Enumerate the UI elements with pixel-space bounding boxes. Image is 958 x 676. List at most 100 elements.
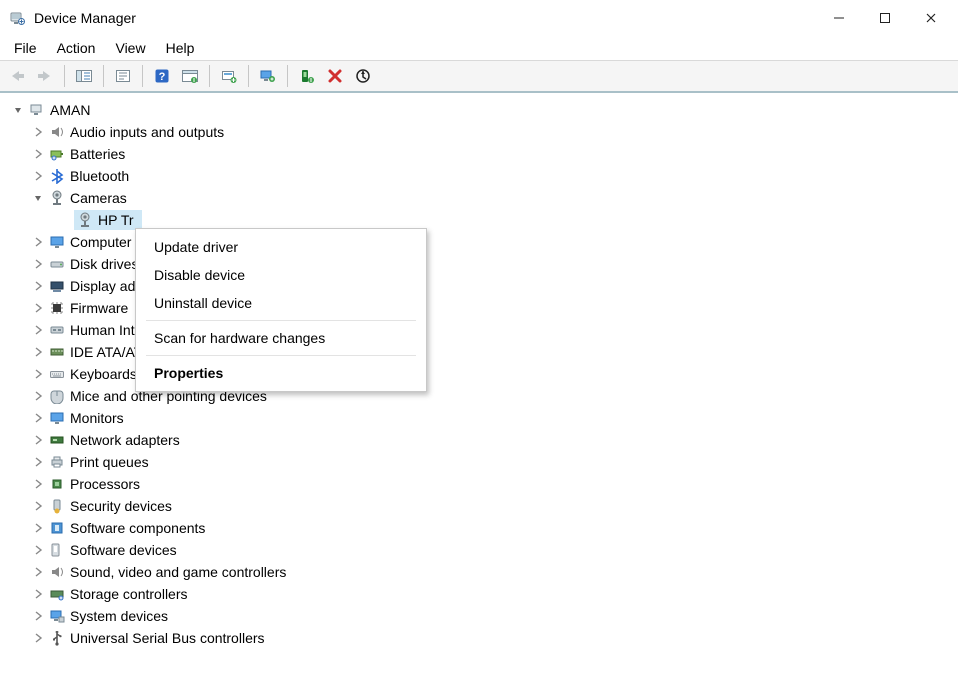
expand-arrow-icon[interactable] <box>30 322 46 338</box>
expand-arrow-icon[interactable] <box>30 344 46 360</box>
tree-item-label: Processors <box>70 476 140 492</box>
tree-item-label: Network adapters <box>70 432 180 448</box>
show-hide-console-tree-button[interactable] <box>71 63 97 89</box>
expand-arrow-icon[interactable] <box>30 454 46 470</box>
expand-arrow-icon[interactable] <box>30 520 46 536</box>
tree-item-label: Firmware <box>70 300 128 316</box>
tree-item-bluetooth[interactable]: Bluetooth <box>4 165 954 187</box>
tree-item-label: Universal Serial Bus controllers <box>70 630 265 646</box>
chip-icon <box>48 299 66 317</box>
menu-help[interactable]: Help <box>156 38 205 58</box>
ctx-disable-device[interactable]: Disable device <box>136 261 426 289</box>
ctx-scan-hardware[interactable]: Scan for hardware changes <box>136 324 426 352</box>
expand-arrow-icon[interactable] <box>30 432 46 448</box>
display-adapter-icon <box>48 277 66 295</box>
tree-item-label: Audio inputs and outputs <box>70 124 224 140</box>
tree-item-swcomp[interactable]: Software components <box>4 517 954 539</box>
expand-arrow-icon[interactable] <box>30 564 46 580</box>
menu-view[interactable]: View <box>105 38 155 58</box>
tree-item-label: Keyboards <box>70 366 137 382</box>
scan-hardware-button[interactable] <box>255 63 281 89</box>
tree-item-storage[interactable]: Storage controllers <box>4 583 954 605</box>
close-button[interactable] <box>908 0 954 36</box>
help-button[interactable]: ? <box>149 63 175 89</box>
expand-arrow-icon[interactable] <box>30 586 46 602</box>
mouse-icon <box>48 387 66 405</box>
cpu-icon <box>48 475 66 493</box>
tree-item-cameras[interactable]: Cameras <box>4 187 954 209</box>
nav-back-button[interactable] <box>4 63 30 89</box>
tree-item-batteries[interactable]: Batteries <box>4 143 954 165</box>
expand-arrow-icon[interactable] <box>30 498 46 514</box>
tree-item-printq[interactable]: Print queues <box>4 451 954 473</box>
tree-item-audio[interactable]: Audio inputs and outputs <box>4 121 954 143</box>
tree-item-system[interactable]: System devices <box>4 605 954 627</box>
hid-icon <box>48 321 66 339</box>
expand-arrow-icon[interactable] <box>30 234 46 250</box>
ctx-properties[interactable]: Properties <box>136 359 426 387</box>
expand-arrow-icon[interactable] <box>30 168 46 184</box>
expand-arrow-icon[interactable] <box>30 542 46 558</box>
titlebar: Device Manager <box>0 0 958 36</box>
tree-item-label: Security devices <box>70 498 172 514</box>
ctx-uninstall-device[interactable]: Uninstall device <box>136 289 426 317</box>
expand-arrow-icon[interactable] <box>30 256 46 272</box>
tree-item-monitors[interactable]: Monitors <box>4 407 954 429</box>
expand-arrow-icon[interactable] <box>30 278 46 294</box>
tree-item-label: HP Tr <box>98 212 134 228</box>
shield-icon <box>48 497 66 515</box>
tree-item-label: Sound, video and game controllers <box>70 564 286 580</box>
tree-root[interactable]: AMAN <box>4 99 954 121</box>
monitor-icon <box>48 409 66 427</box>
toolbar: ? <box>0 60 958 93</box>
expand-arrow-icon[interactable] <box>30 608 46 624</box>
toolbar-separator <box>287 65 288 87</box>
ctx-separator <box>146 355 416 356</box>
menu-action[interactable]: Action <box>47 38 106 58</box>
window-title: Device Manager <box>34 10 136 26</box>
speaker-icon <box>48 123 66 141</box>
expand-arrow-icon[interactable] <box>30 124 46 140</box>
nav-forward-button[interactable] <box>32 63 58 89</box>
camera-icon <box>48 189 66 207</box>
keyboard-icon <box>48 365 66 383</box>
camera-icon <box>76 211 94 229</box>
svg-text:?: ? <box>159 71 166 83</box>
expand-arrow-icon[interactable] <box>30 630 46 646</box>
properties-button[interactable] <box>110 63 136 89</box>
maximize-button[interactable] <box>862 0 908 36</box>
tree-item-label: Monitors <box>70 410 124 426</box>
toolbar-separator <box>64 65 65 87</box>
minimize-button[interactable] <box>816 0 862 36</box>
ctx-separator <box>146 320 416 321</box>
app-icon <box>8 9 26 27</box>
software-device-icon <box>48 541 66 559</box>
expand-arrow-icon[interactable] <box>30 366 46 382</box>
uninstall-device-button[interactable] <box>322 63 348 89</box>
expand-arrow-icon[interactable] <box>30 146 46 162</box>
disable-device-button[interactable] <box>350 63 376 89</box>
collapse-arrow-icon[interactable] <box>30 190 46 206</box>
tree-item-label: Computer <box>70 234 131 250</box>
tree-item-processors[interactable]: Processors <box>4 473 954 495</box>
tree-root-label: AMAN <box>50 102 90 118</box>
collapse-arrow-icon[interactable] <box>10 102 26 118</box>
expand-arrow-icon[interactable] <box>30 388 46 404</box>
expand-arrow-icon[interactable] <box>30 410 46 426</box>
tree-item-swdev[interactable]: Software devices <box>4 539 954 561</box>
tree-item-network[interactable]: Network adapters <box>4 429 954 451</box>
disk-icon <box>48 255 66 273</box>
update-driver-button[interactable] <box>216 63 242 89</box>
ctx-update-driver[interactable]: Update driver <box>136 233 426 261</box>
tree-item-label: Cameras <box>70 190 127 206</box>
action-center-button[interactable] <box>177 63 203 89</box>
network-icon <box>48 431 66 449</box>
tree-item-sound[interactable]: Sound, video and game controllers <box>4 561 954 583</box>
expand-arrow-icon[interactable] <box>30 300 46 316</box>
tree-item-usb[interactable]: Universal Serial Bus controllers <box>4 627 954 649</box>
enable-device-button[interactable] <box>294 63 320 89</box>
expand-arrow-icon[interactable] <box>30 476 46 492</box>
tree-item-security[interactable]: Security devices <box>4 495 954 517</box>
menu-file[interactable]: File <box>4 38 47 58</box>
tree-item-label: Software components <box>70 520 205 536</box>
